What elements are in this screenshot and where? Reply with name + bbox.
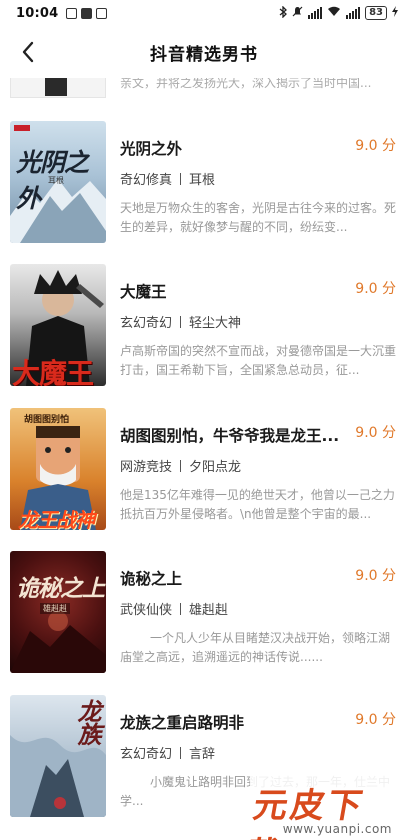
top-bar: 抖音精选男书	[0, 26, 408, 78]
nfc-icon	[81, 7, 93, 19]
book-description: 天地是万物众生的客舍，光阴是古往今来的过客。死生的差异，就好像梦与醒的不同，纷纭…	[120, 201, 397, 234]
meta-divider	[180, 746, 182, 759]
cover-title: 诡秘之上	[16, 576, 105, 602]
mute-icon	[292, 6, 303, 20]
cover-author: 雄赳赳	[40, 603, 70, 614]
status-time: 10:04	[16, 5, 59, 21]
book-description: 一个凡人少年从目睹楚汉决战开始，领略江湖庙堂之高远，追溯遥远的神话传说.....…	[120, 631, 391, 664]
watermark-logo: 元皮下载 www.yuanpi.com	[242, 774, 408, 840]
charging-icon	[392, 6, 398, 20]
book-meta: 玄幻奇幻 言辞	[120, 743, 215, 762]
watermark-url: www.yuanpi.com	[282, 822, 392, 836]
book-title: 胡图图别怕，牛爷爷我是龙王...	[120, 427, 340, 445]
list-item[interactable]: 胡图图别怕 龙王战神 胡图图别怕，牛爷爷我是龙王... 9.0 分 网游竞技 夕…	[0, 408, 408, 538]
book-title: 光阴之外	[120, 140, 183, 158]
book-title: 龙族之重启路明非	[120, 714, 245, 732]
cover-top-text: 胡图图别怕	[24, 415, 70, 425]
signal-icon-1	[308, 7, 323, 19]
book-author: 雄赳赳	[189, 603, 229, 618]
meta-divider	[180, 602, 182, 615]
book-title: 大魔王	[120, 283, 167, 301]
book-genre: 武侠仙侠	[120, 603, 173, 618]
cover-title: 龙族	[73, 699, 101, 745]
signal-icon-2	[346, 7, 361, 19]
list-item[interactable]: 光阴之外 耳根 光阴之外 9.0 分 奇幻修真 耳根 天地是万物众生的客舍，光阴…	[0, 121, 408, 251]
book-score: 9.0 分	[355, 568, 396, 584]
book-title: 诡秘之上	[120, 570, 183, 588]
book-meta: 玄幻奇幻 轻尘大神	[120, 312, 241, 331]
book-score: 9.0 分	[355, 712, 396, 728]
meta-divider	[180, 172, 182, 185]
book-meta: 武侠仙侠 雄赳赳	[120, 599, 228, 618]
status-bar: 10:04 83	[0, 0, 408, 26]
book-genre: 玄幻奇幻	[120, 316, 173, 331]
book-cover: 光阴之外 耳根	[10, 121, 106, 243]
app-icon	[96, 7, 108, 19]
book-genre: 网游竞技	[120, 460, 173, 475]
book-cover: 龙族	[10, 695, 106, 817]
book-author: 夕阳点龙	[189, 460, 242, 475]
notification-icon	[66, 7, 78, 19]
wifi-icon	[327, 6, 341, 20]
book-cover: 大魔王	[10, 264, 106, 386]
status-right: 83	[279, 4, 398, 21]
book-cover: 诡秘之上 雄赳赳	[10, 551, 106, 673]
book-genre: 玄幻奇幻	[120, 747, 173, 762]
book-genre: 奇幻修真	[120, 173, 173, 188]
book-score: 9.0 分	[355, 138, 396, 154]
cover-author: 耳根	[48, 176, 64, 185]
battery-icon: 83	[365, 6, 387, 20]
list-item[interactable]: 诡秘之上 雄赳赳 诡秘之上 9.0 分 武侠仙侠 雄赳赳 一个凡人少年从目睹楚汉…	[0, 551, 408, 681]
book-score: 9.0 分	[355, 281, 396, 297]
cover-title: 龙王战神	[18, 508, 95, 530]
meta-divider	[180, 459, 182, 472]
book-description: 卢高斯帝国的突然不宣而战，对曼德帝国是一大沉重打击，国王希勒下旨，全国紧急总动员…	[120, 344, 397, 377]
book-score: 9.0 分	[355, 425, 396, 441]
book-description: 他是135亿年难得一见的绝世天才，他曾以一己之力抵抗百万外星侵略者。\n他曾是整…	[120, 488, 395, 521]
bluetooth-icon	[279, 4, 288, 21]
book-meta: 网游竞技 夕阳点龙	[120, 456, 241, 475]
book-author: 言辞	[189, 747, 216, 762]
notification-icons	[66, 7, 108, 19]
list-item[interactable]: 大魔王 大魔王 9.0 分 玄幻奇幻 轻尘大神 卢高斯帝国的突然不宣而战，对曼德…	[0, 264, 408, 394]
book-cover: 胡图图别怕 龙王战神	[10, 408, 106, 530]
meta-divider	[180, 315, 182, 328]
book-author: 耳根	[189, 173, 216, 188]
book-author: 轻尘大神	[189, 316, 242, 331]
book-meta: 奇幻修真 耳根	[120, 169, 215, 188]
cover-title: 大魔王	[12, 357, 94, 386]
page-title: 抖音精选男书	[150, 45, 258, 65]
